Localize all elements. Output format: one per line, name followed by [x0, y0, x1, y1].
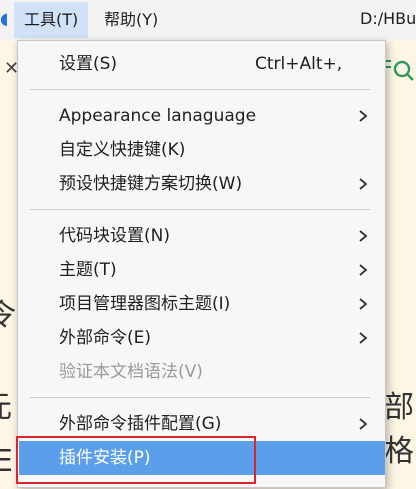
menu-separator — [30, 89, 370, 90]
menu-item-external-commands[interactable]: 外部命令(E) — [19, 321, 385, 355]
menu-item-theme[interactable]: 主题(T) — [19, 253, 385, 287]
menu-bar: ◖ 工具(T) 帮助(Y) D:/HBu — [0, 0, 416, 40]
tools-dropdown-menu: 设置(S) Ctrl+Alt+, Appearance lanaguage 自定… — [17, 40, 386, 488]
annotation-highlight-box — [16, 436, 256, 484]
chevron-right-icon — [359, 178, 368, 190]
menu-tools-label: 工具(T) — [24, 10, 79, 29]
menu-item-snippet-settings[interactable]: 代码块设置(N) — [19, 219, 385, 253]
menu-help[interactable]: 帮助(Y) — [94, 2, 168, 38]
menu-item-label: 设置(S) — [59, 54, 118, 74]
editor-text-fragment: 元 — [0, 382, 12, 426]
search-icon[interactable] — [382, 56, 416, 86]
menu-separator — [30, 209, 370, 210]
editor-text-fragment: E — [0, 444, 13, 479]
menu-item-label: 自定义快捷键(K) — [59, 140, 186, 160]
menu-item-appearance-language[interactable]: Appearance lanaguage — [19, 99, 385, 133]
menu-tools[interactable]: 工具(T) — [14, 2, 89, 38]
menu-item-project-icon-theme[interactable]: 项目管理器图标主题(I) — [19, 287, 385, 321]
editor-text-fragment: 部格 — [384, 390, 414, 469]
editor-text-fragment: 令 — [0, 298, 16, 333]
app-edge-icon: ◖ — [0, 9, 9, 28]
chevron-right-icon — [359, 418, 368, 430]
chevron-right-icon — [359, 110, 368, 122]
menu-help-label: 帮助(Y) — [104, 10, 159, 29]
menu-separator — [30, 397, 370, 398]
file-path-text: D:/HBu — [360, 9, 416, 28]
menu-item-label: Appearance lanaguage — [59, 106, 257, 126]
chevron-right-icon — [359, 264, 368, 276]
menu-item-custom-shortcuts[interactable]: 自定义快捷键(K) — [19, 133, 385, 167]
menu-item-label: 外部命令(E) — [59, 328, 152, 348]
menu-item-label: 项目管理器图标主题(I) — [59, 294, 231, 314]
menu-item-label: 验证本文档语法(V) — [59, 362, 203, 382]
menu-item-label: 代码块设置(N) — [59, 226, 170, 246]
chevron-right-icon — [359, 230, 368, 242]
menu-item-label: 预设快捷键方案切换(W) — [59, 174, 243, 194]
menu-item-validate-syntax: 验证本文档语法(V) — [19, 355, 385, 389]
menu-item-label: 主题(T) — [59, 260, 117, 280]
menu-item-settings[interactable]: 设置(S) Ctrl+Alt+, — [19, 47, 385, 81]
chevron-right-icon — [359, 332, 368, 344]
chevron-right-icon — [359, 298, 368, 310]
menu-item-shortcut-scheme[interactable]: 预设快捷键方案切换(W) — [19, 167, 385, 201]
menu-item-shortcut: Ctrl+Alt+, — [255, 54, 343, 74]
